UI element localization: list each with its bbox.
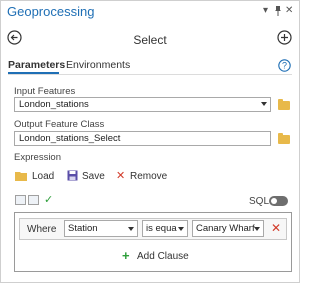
clause-field-value: Station	[68, 223, 98, 234]
output-feature-class-value: London_stations_Select	[19, 133, 121, 144]
svg-text:?: ?	[282, 61, 287, 71]
pane-title: Geoprocessing	[7, 4, 95, 19]
chevron-down-icon	[254, 227, 260, 231]
remove-button[interactable]: Remove	[130, 171, 167, 182]
clause-operator-value: is equa	[146, 223, 177, 234]
clause-connector: Where	[27, 224, 57, 235]
sql-toggle[interactable]	[269, 196, 288, 206]
save-button[interactable]: Save	[82, 171, 105, 182]
load-folder-icon	[15, 171, 28, 184]
remove-x-icon: ✕	[116, 170, 126, 182]
help-icon[interactable]: ?	[278, 59, 291, 75]
clause-value-select[interactable]: Canary Wharf	[192, 220, 264, 237]
chevron-down-icon	[178, 227, 184, 231]
clause-mode-icon[interactable]	[15, 195, 26, 205]
tabs-divider	[8, 74, 292, 75]
delete-clause-icon[interactable]: ✕	[271, 221, 281, 235]
close-icon[interactable]: ✕	[285, 6, 293, 16]
save-icon	[67, 170, 78, 184]
input-features-dropdown[interactable]: London_stations	[14, 97, 271, 112]
chevron-down-icon	[128, 227, 134, 231]
pane-title-bar: Geoprocessing ▾ ✕	[1, 1, 299, 23]
input-features-value: London_stations	[19, 99, 89, 110]
pin-icon[interactable]	[274, 6, 282, 19]
add-clause-button[interactable]: Add Clause	[137, 251, 189, 262]
browse-folder-icon[interactable]	[278, 99, 290, 110]
tab-environments[interactable]: Environments	[66, 59, 130, 71]
tool-title: Select	[133, 33, 167, 47]
add-tool-icon[interactable]	[277, 30, 292, 48]
tool-header: Select	[1, 24, 299, 54]
browse-folder-icon[interactable]	[278, 133, 290, 144]
output-feature-class-label: Output Feature Class	[14, 119, 105, 130]
input-features-label: Input Features	[14, 86, 76, 97]
clause-field-select[interactable]: Station	[64, 220, 138, 237]
verify-check-icon[interactable]: ✓	[44, 193, 53, 206]
expression-label: Expression	[14, 152, 61, 163]
add-clause-plus-icon[interactable]: +	[122, 249, 130, 262]
load-button[interactable]: Load	[32, 171, 54, 182]
sql-mode-icon[interactable]	[28, 195, 39, 205]
clause-value-text: Canary Wharf	[196, 223, 255, 234]
clause-operator-select[interactable]: is equa	[142, 220, 188, 237]
tab-parameters[interactable]: Parameters	[8, 59, 65, 71]
sql-label: SQL	[249, 196, 270, 207]
chevron-down-icon	[261, 102, 267, 106]
output-feature-class-field[interactable]: London_stations_Select	[14, 131, 271, 146]
pane-menu-dropdown-icon[interactable]: ▾	[263, 6, 268, 16]
